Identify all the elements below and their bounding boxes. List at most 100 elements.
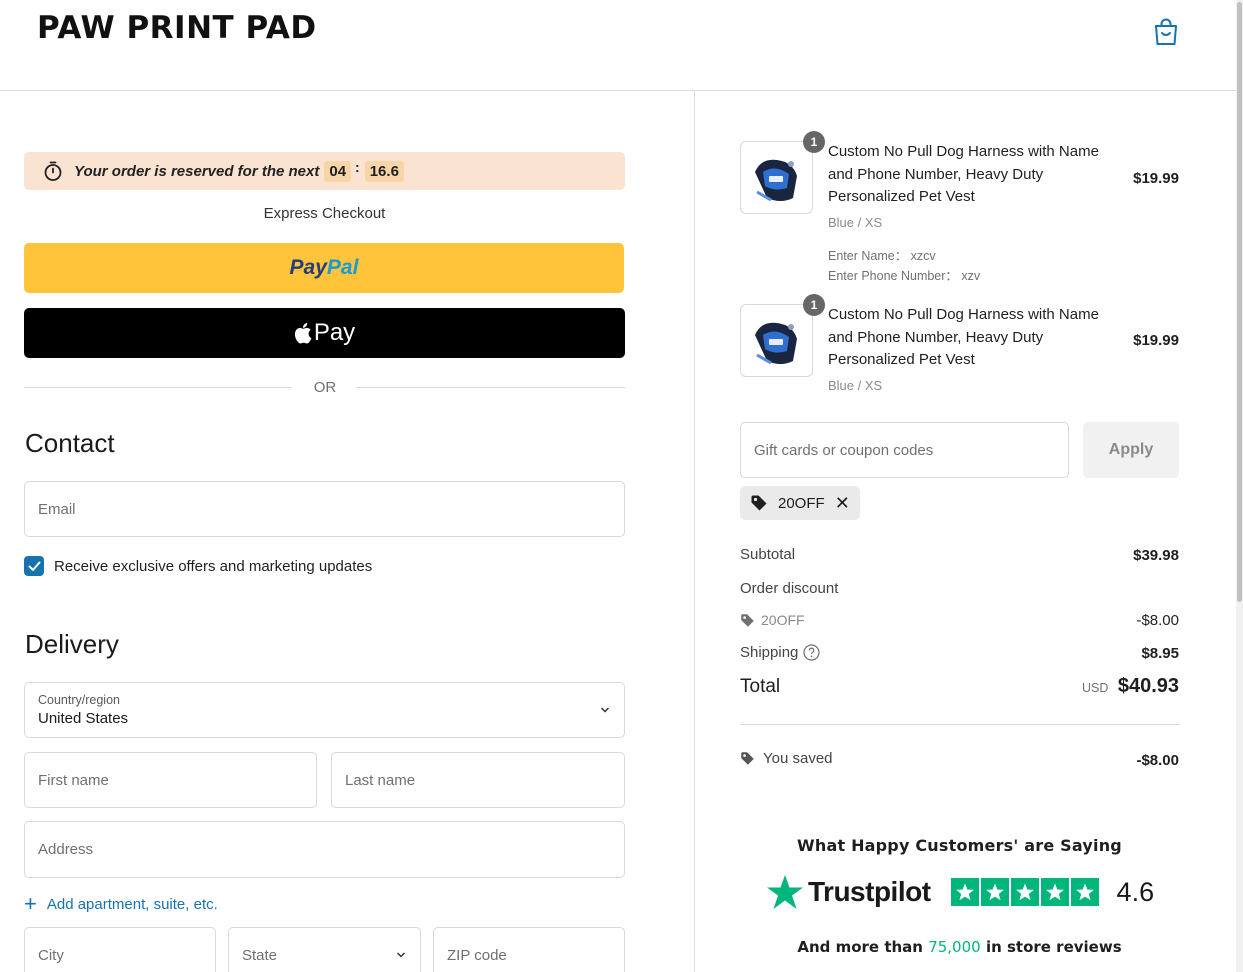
address-field[interactable]: Address	[24, 821, 625, 878]
summary-divider	[740, 724, 1179, 725]
checkmark-icon	[28, 561, 40, 571]
shipping-value: $8.95	[1141, 645, 1179, 662]
summary-discount-code: 20OFF	[761, 612, 805, 628]
brand-logo[interactable]: PAW PRINT PAD	[37, 10, 317, 46]
timer-text: Your order is reserved for the next	[74, 162, 320, 180]
reservation-timer: Your order is reserved for the next 04 :…	[24, 152, 625, 190]
timer-seconds: 16.6	[364, 160, 404, 182]
you-saved-value: -$8.00	[1136, 752, 1179, 769]
timer-minutes: 04	[324, 160, 352, 182]
scrollbar-thumb[interactable]	[1237, 2, 1242, 602]
trustpilot-rating: Trustpilot 4.6	[766, 874, 1154, 910]
chevron-down-icon	[396, 952, 406, 958]
shopping-bag-icon[interactable]	[1153, 18, 1179, 46]
apply-coupon-button[interactable]: Apply	[1083, 422, 1179, 478]
first-name-placeholder: First name	[38, 771, 109, 789]
delivery-title: Delivery	[25, 629, 119, 659]
timer-separator: :	[355, 159, 360, 175]
email-placeholder: Email	[38, 500, 76, 518]
country-label: Country/region	[38, 693, 120, 707]
reviews-foot-suffix: in store reviews	[985, 938, 1122, 956]
add-apartment-link[interactable]: + Add apartment, suite, etc.	[24, 893, 218, 915]
country-value: United States	[38, 710, 129, 727]
subtotal-label: Subtotal	[740, 546, 796, 563]
first-name-field[interactable]: First name	[24, 752, 317, 808]
marketing-checkbox[interactable]	[24, 556, 44, 576]
last-name-placeholder: Last name	[345, 771, 416, 789]
paypal-button[interactable]: Pay Pal	[24, 243, 624, 293]
coupon-placeholder: Gift cards or coupon codes	[754, 441, 934, 459]
quantity-badge: 1	[803, 131, 825, 153]
remove-discount-icon[interactable]: ✕	[835, 493, 850, 514]
you-saved-label: You saved	[763, 750, 833, 767]
page-scrollbar[interactable]	[1236, 0, 1243, 972]
express-checkout-heading: Express Checkout	[263, 205, 386, 222]
star-icon	[950, 878, 979, 906]
chevron-down-icon	[600, 707, 610, 713]
item-property-name: Enter Name： xzcv	[828, 249, 936, 263]
tag-icon	[751, 495, 767, 511]
country-select[interactable]: Country/region United States	[24, 682, 625, 738]
paypal-logo-part1: Pay	[289, 256, 327, 279]
reviews-heading: What Happy Customers' are Saying	[797, 836, 1122, 855]
star-icon	[1070, 878, 1099, 906]
star-icon	[1010, 878, 1039, 906]
quantity-badge: 1	[803, 294, 825, 316]
dog-harness-image	[755, 322, 797, 365]
city-field[interactable]: City	[24, 927, 216, 972]
item-variant: Blue / XS	[828, 215, 883, 230]
site-header: PAW PRINT PAD	[0, 0, 1236, 91]
column-divider	[694, 91, 695, 972]
item-title: Custom No Pull Dog Harness with Name and…	[828, 143, 1099, 205]
contact-title: Contact	[25, 428, 115, 458]
email-field[interactable]: Email	[24, 481, 625, 537]
item-property-phone: Enter Phone Number： xzv	[828, 269, 981, 283]
stopwatch-icon	[44, 161, 62, 181]
you-saved-row: You saved	[740, 750, 833, 767]
product-thumbnail	[740, 141, 813, 214]
item-price: $19.99	[1133, 170, 1179, 187]
state-select[interactable]: State	[228, 927, 421, 972]
or-label: OR	[313, 379, 337, 396]
marketing-opt-in[interactable]: Receive exclusive offers and marketing u…	[24, 556, 372, 576]
product-thumbnail	[740, 304, 813, 377]
item-variant: Blue / XS	[828, 378, 883, 393]
zip-field[interactable]: ZIP code	[433, 927, 625, 972]
order-discount-label: Order discount	[740, 580, 839, 597]
trustpilot-star-icon	[767, 875, 803, 909]
state-placeholder: State	[242, 946, 278, 964]
trustpilot-wordmark: Trustpilot	[808, 876, 931, 907]
reviews-footer: And more than 75,000 in store reviews	[740, 938, 1179, 956]
item-price: $19.99	[1133, 332, 1179, 349]
discount-value: -$8.00	[1136, 612, 1179, 629]
star-icon	[980, 878, 1009, 906]
shipping-label: Shipping	[740, 644, 799, 661]
city-placeholder: City	[38, 946, 64, 964]
star-icon	[1040, 878, 1069, 906]
apple-pay-button[interactable]: Pay	[24, 308, 625, 358]
total-value: $40.93	[1117, 675, 1179, 697]
tag-icon	[741, 613, 754, 627]
paypal-logo-part2: Pal	[326, 256, 359, 279]
trustpilot-stars	[950, 878, 1101, 906]
shipping-row: Shipping	[740, 644, 820, 661]
subtotal-value: $39.98	[1133, 547, 1179, 564]
zip-placeholder: ZIP code	[447, 946, 507, 964]
add-apartment-label: Add apartment, suite, etc.	[46, 895, 218, 913]
total-currency: USD	[1082, 681, 1109, 695]
or-divider-left	[24, 387, 292, 388]
last-name-field[interactable]: Last name	[331, 752, 625, 808]
coupon-input[interactable]: Gift cards or coupon codes	[740, 422, 1069, 478]
help-circle-icon[interactable]	[803, 644, 820, 661]
marketing-label: Receive exclusive offers and marketing u…	[54, 557, 373, 575]
trustpilot-score: 4.6	[1116, 876, 1155, 907]
item-title: Custom No Pull Dog Harness with Name and…	[828, 306, 1099, 368]
reviews-foot-prefix: And more than	[797, 938, 923, 956]
tag-icon	[741, 752, 754, 765]
apple-icon	[294, 323, 312, 344]
discount-code-row: 20OFF	[740, 612, 805, 628]
plus-icon: +	[24, 891, 37, 916]
dog-harness-image	[755, 159, 797, 202]
total-label: Total	[740, 676, 781, 697]
applied-discount-tag: 20OFF ✕	[740, 486, 860, 520]
